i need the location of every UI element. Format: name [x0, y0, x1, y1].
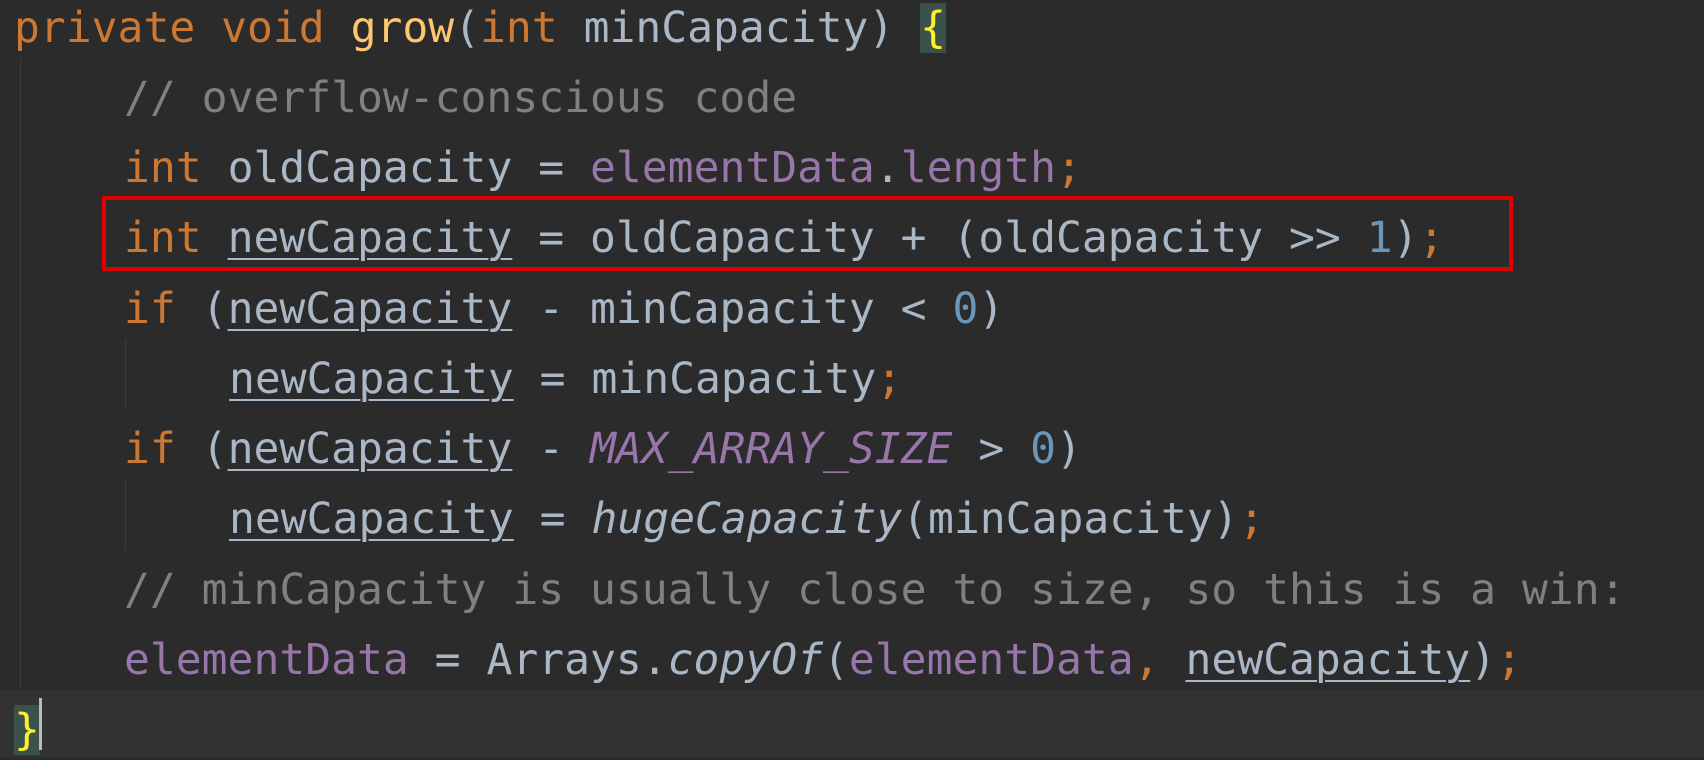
- variable-newcapacity: newCapacity: [229, 354, 514, 404]
- matched-brace-close: }: [14, 705, 40, 755]
- keyword-int: int: [124, 143, 202, 193]
- constant: MAX_ARRAY_SIZE: [590, 424, 953, 474]
- expression: - minCapacity <: [538, 284, 927, 334]
- class-name: Arrays.: [486, 635, 668, 685]
- parameter: minCapacity: [583, 3, 869, 53]
- code-line-8[interactable]: newCapacity = hugeCapacity(minCapacity);: [14, 489, 1265, 549]
- annotation-highlight-box: [102, 196, 1513, 271]
- method-name: grow: [350, 3, 455, 53]
- comment: // overflow-conscious code: [124, 73, 798, 123]
- expression: = minCapacity: [539, 354, 877, 404]
- field: elementData: [848, 635, 1134, 685]
- paren: (: [823, 635, 849, 685]
- paren: (: [201, 284, 228, 334]
- operator: -: [538, 424, 565, 474]
- code-line-11[interactable]: }: [14, 700, 40, 760]
- semicolon: ;: [876, 354, 903, 404]
- method-call: hugeCapacity: [591, 494, 903, 544]
- comma: ,: [1133, 635, 1160, 685]
- paren: (: [201, 424, 228, 474]
- keyword-if: if: [124, 284, 176, 334]
- field-length: length: [900, 143, 1057, 193]
- code-editor[interactable]: private void grow(int minCapacity) { // …: [0, 0, 1704, 757]
- paren: ): [978, 284, 1005, 334]
- matched-brace-open: {: [920, 3, 947, 53]
- field: elementData: [124, 635, 409, 685]
- code-line-9[interactable]: // minCapacity is usually close to size,…: [14, 560, 1626, 620]
- code-line-2[interactable]: // overflow-conscious code: [14, 68, 797, 128]
- semicolon: ;: [1238, 494, 1265, 544]
- paren: ): [1056, 424, 1082, 474]
- method-call: copyOf: [667, 635, 824, 685]
- keyword-int: int: [480, 3, 558, 53]
- operator: >: [978, 424, 1005, 474]
- keyword-void: void: [221, 3, 325, 53]
- paren: ): [868, 3, 895, 53]
- code-line-5[interactable]: if (newCapacity - minCapacity < 0): [14, 279, 1004, 339]
- comment: // minCapacity is usually close to size,…: [124, 565, 1626, 615]
- keyword-if: if: [124, 424, 176, 474]
- paren: (: [454, 3, 481, 53]
- number: 0: [952, 284, 979, 334]
- operator: =: [538, 143, 565, 193]
- variable-newcapacity: newCapacity: [227, 284, 513, 334]
- semicolon: ;: [1496, 635, 1523, 685]
- semicolon: ;: [1056, 143, 1082, 193]
- variable: oldCapacity: [227, 143, 513, 193]
- code-line-1[interactable]: private void grow(int minCapacity) {: [14, 0, 947, 58]
- current-line-highlight: [0, 690, 1704, 757]
- paren: ): [1470, 635, 1497, 685]
- number: 0: [1030, 424, 1057, 474]
- code-line-10[interactable]: elementData = Arrays.copyOf(elementData,…: [14, 630, 1522, 690]
- code-line-7[interactable]: if (newCapacity - MAX_ARRAY_SIZE > 0): [14, 419, 1082, 479]
- field: elementData: [590, 143, 875, 193]
- text-caret: [39, 698, 42, 750]
- keyword-private: private: [14, 3, 196, 53]
- code-line-6[interactable]: newCapacity = minCapacity;: [14, 349, 902, 409]
- variable-newcapacity: newCapacity: [229, 494, 514, 544]
- variable-newcapacity: newCapacity: [227, 424, 513, 474]
- arguments: (minCapacity): [902, 494, 1239, 544]
- variable-newcapacity: newCapacity: [1185, 635, 1471, 685]
- operator: =: [539, 494, 566, 544]
- operator: =: [434, 635, 461, 685]
- code-line-3[interactable]: int oldCapacity = elementData.length;: [14, 138, 1082, 198]
- dot: .: [874, 143, 901, 193]
